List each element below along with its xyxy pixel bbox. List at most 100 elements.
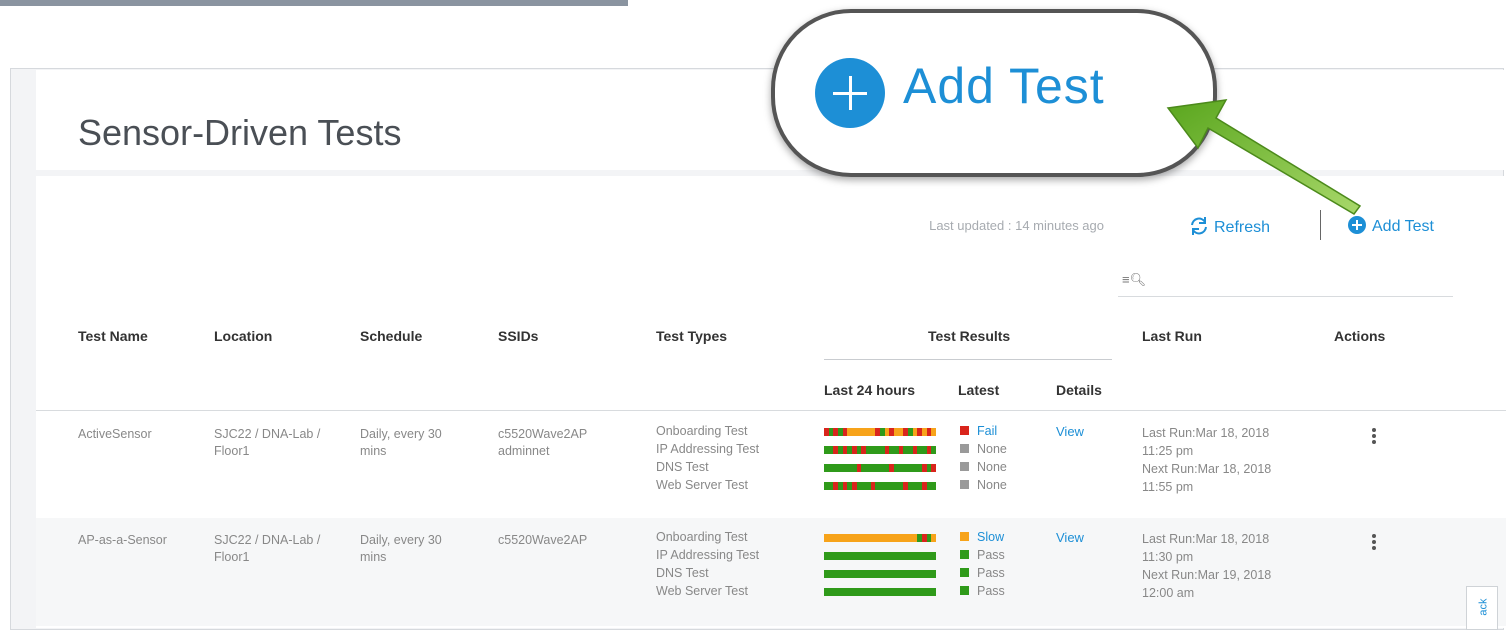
test-type: Onboarding Test xyxy=(656,530,748,544)
status-label: None xyxy=(977,478,1007,492)
history-segment xyxy=(824,482,936,490)
col-last-24-hours: Last 24 hours xyxy=(824,382,916,398)
history-bars xyxy=(824,423,936,500)
col-test-types[interactable]: Test Types xyxy=(656,328,727,344)
col-test-results: Test Results xyxy=(928,328,1011,344)
latest-status-item: Pass xyxy=(960,582,1005,600)
history-segment xyxy=(824,446,936,454)
history-segment xyxy=(917,428,922,436)
col-details: Details xyxy=(1056,382,1102,398)
status-label: Pass xyxy=(977,548,1005,562)
add-test-label: Add Test xyxy=(1372,218,1434,235)
test-types-cell: Onboarding Test IP Addressing Test DNS T… xyxy=(656,528,759,600)
test-type: Web Server Test xyxy=(656,478,748,492)
test-type: DNS Test xyxy=(656,566,709,580)
history-segment xyxy=(931,464,936,472)
history-segment xyxy=(912,446,918,454)
last-run-cell: Last Run:Mar 18, 2018 11:25 pm Next Run:… xyxy=(1142,426,1272,494)
history-bar[interactable] xyxy=(824,570,936,578)
status-label[interactable]: Fail xyxy=(977,424,997,438)
history-bars xyxy=(824,529,936,606)
latest-status-item: None xyxy=(960,440,1007,458)
history-segment xyxy=(870,482,876,490)
tests-card: Last updated : 14 minutes ago Refresh Ad… xyxy=(36,176,1506,628)
history-segment xyxy=(926,446,932,454)
test-name-cell: AP-as-a-Sensor xyxy=(78,533,167,547)
add-icon xyxy=(815,58,885,128)
page-title: Sensor-Driven Tests xyxy=(78,112,402,153)
refresh-button[interactable]: Refresh xyxy=(1188,216,1270,237)
history-segment xyxy=(889,428,894,436)
status-square-icon xyxy=(960,550,969,559)
history-segment xyxy=(842,446,848,454)
test-type: Web Server Test xyxy=(656,584,748,598)
table-row: ActiveSensor SJC22 / DNA-Lab / Floor1 Da… xyxy=(36,412,1506,520)
test-name-cell: ActiveSensor xyxy=(78,427,152,441)
history-segment xyxy=(922,482,927,490)
history-bar[interactable] xyxy=(824,552,936,560)
search-list-icon: ≡🔍︎ xyxy=(1122,272,1147,287)
history-segment xyxy=(908,428,913,436)
test-type: IP Addressing Test xyxy=(656,548,760,562)
history-segment xyxy=(926,534,932,542)
feedback-tab[interactable]: ack xyxy=(1466,586,1498,630)
view-details-link[interactable]: View xyxy=(1056,530,1084,545)
history-segment xyxy=(861,446,866,454)
test-type: Onboarding Test xyxy=(656,424,748,438)
history-segment xyxy=(842,482,848,490)
history-bar[interactable] xyxy=(824,464,936,472)
location-cell: SJC22 / DNA-Lab / Floor1 xyxy=(214,427,321,458)
results-header-divider xyxy=(824,359,1112,360)
history-bar[interactable] xyxy=(824,446,936,454)
status-label[interactable]: Slow xyxy=(977,530,1004,544)
status-square-icon xyxy=(960,462,969,471)
latest-status-item[interactable]: Slow xyxy=(960,528,1005,546)
col-last-run[interactable]: Last Run xyxy=(1142,328,1202,344)
add-test-button[interactable]: Add Test xyxy=(1348,216,1434,236)
status-square-icon xyxy=(960,480,969,489)
header-divider xyxy=(36,410,1506,411)
table-row: AP-as-a-Sensor SJC22 / DNA-Lab / Floor1 … xyxy=(36,518,1506,626)
history-segment xyxy=(884,446,890,454)
history-segment xyxy=(889,464,894,472)
status-square-icon xyxy=(960,532,969,541)
location-cell: SJC22 / DNA-Lab / Floor1 xyxy=(214,533,321,564)
last-run-cell: Last Run:Mar 18, 2018 11:30 pm Next Run:… xyxy=(1142,532,1272,600)
search-input[interactable] xyxy=(1146,268,1450,294)
more-actions-icon[interactable] xyxy=(1372,428,1378,446)
search-field: ≡🔍︎ xyxy=(1118,264,1453,297)
col-location[interactable]: Location xyxy=(214,328,272,344)
latest-status-item: Pass xyxy=(960,546,1005,564)
latest-status-item[interactable]: Fail xyxy=(960,422,1007,440)
more-actions-icon[interactable] xyxy=(1372,534,1378,552)
toolbar-divider xyxy=(1320,210,1321,240)
history-segment xyxy=(898,446,904,454)
col-test-name[interactable]: Test Name xyxy=(78,328,148,344)
history-bar[interactable] xyxy=(824,588,936,596)
history-bar[interactable] xyxy=(824,482,936,490)
history-bar[interactable] xyxy=(824,428,936,436)
status-label: None xyxy=(977,460,1007,474)
ssids-cell: c5520Wave2AP adminnet xyxy=(498,427,588,458)
history-bar[interactable] xyxy=(824,534,936,542)
schedule-cell: Daily, every 30 mins xyxy=(360,427,442,458)
latest-status-cell: Slow Pass Pass Pass xyxy=(960,528,1005,600)
status-square-icon xyxy=(960,568,969,577)
history-segment xyxy=(824,588,936,596)
latest-status-item: None xyxy=(960,458,1007,476)
test-types-cell: Onboarding Test IP Addressing Test DNS T… xyxy=(656,422,759,494)
history-segment xyxy=(856,464,862,472)
status-label: Pass xyxy=(977,566,1005,580)
col-ssids[interactable]: SSIDs xyxy=(498,328,538,344)
table-toolbar: Last updated : 14 minutes ago Refresh Ad… xyxy=(36,210,1454,240)
test-type: DNS Test xyxy=(656,460,709,474)
col-latest: Latest xyxy=(958,382,1000,398)
view-details-link[interactable]: View xyxy=(1056,424,1084,439)
add-test-callout: Add Test xyxy=(771,9,1217,177)
add-icon xyxy=(1348,216,1366,234)
latest-status-cell: Fail None None None xyxy=(960,422,1007,494)
history-segment xyxy=(922,464,927,472)
history-segment xyxy=(880,428,885,436)
col-schedule[interactable]: Schedule xyxy=(360,328,422,344)
col-actions: Actions xyxy=(1334,328,1386,344)
